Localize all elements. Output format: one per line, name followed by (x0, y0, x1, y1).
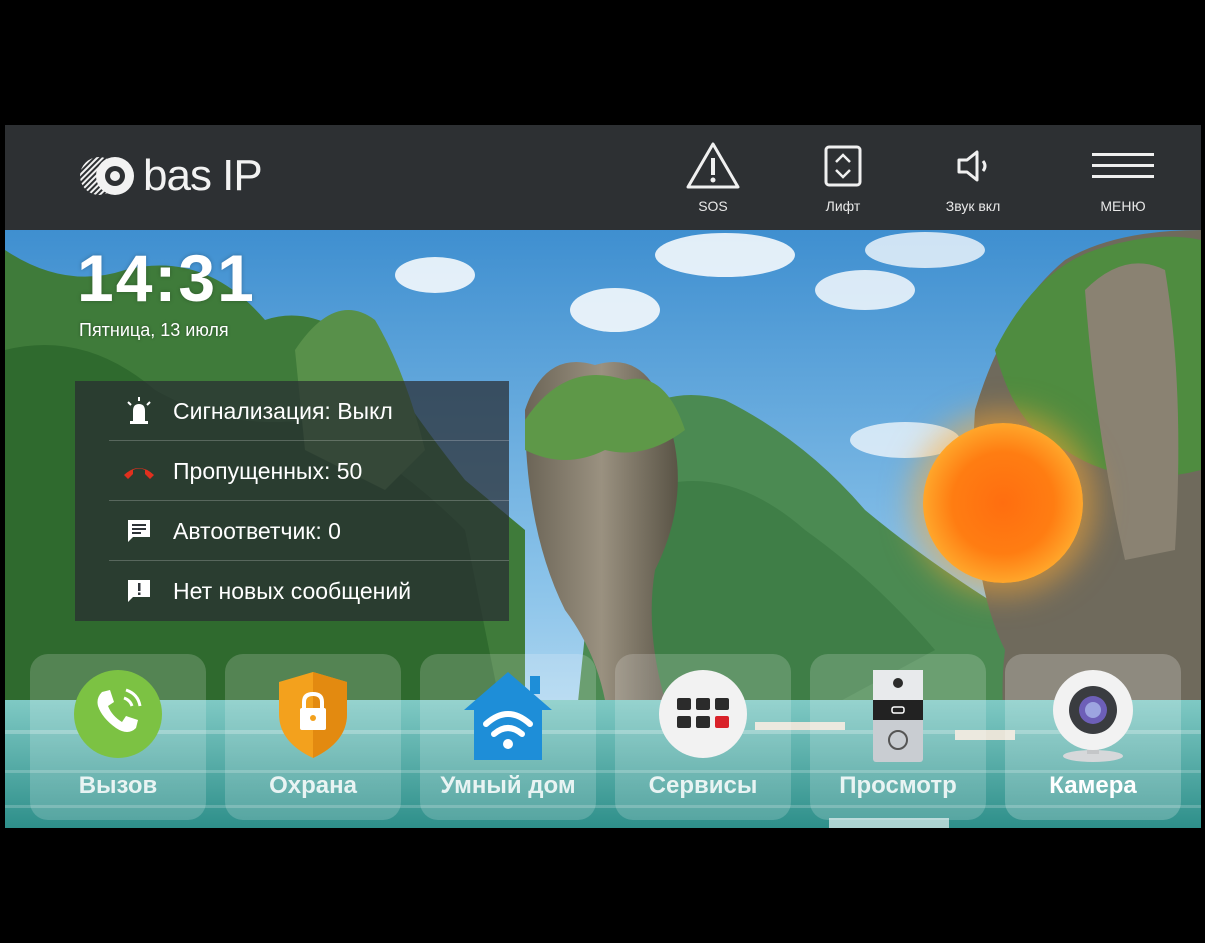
missed-call-icon (124, 468, 154, 479)
camera-app-button[interactable]: Камера (1005, 654, 1181, 820)
services-app-button[interactable]: Сервисы (615, 654, 791, 820)
services-app-label: Сервисы (648, 772, 758, 799)
monitor-app-button[interactable]: Просмотр (810, 654, 986, 820)
logo-text: bas IP (143, 151, 263, 200)
missed-calls-text: Пропущенных: 50 (173, 457, 363, 484)
hamburger-icon (1092, 153, 1154, 178)
smart-home-wifi-icon (464, 672, 552, 760)
answering-machine-row[interactable]: Автоответчик: 0 (75, 501, 509, 561)
messages-row[interactable]: Нет новых сообщений (75, 561, 509, 621)
bas-ip-logo: bas IP (77, 151, 263, 201)
logo-icon (80, 157, 134, 195)
lift-label: Лифт (825, 198, 861, 214)
door-panel-icon (873, 670, 923, 762)
services-grid-icon (659, 670, 747, 758)
camera-icon (1053, 670, 1133, 762)
elevator-icon (824, 145, 862, 187)
sos-label: SOS (698, 198, 728, 214)
sound-label: Звук вкл (945, 198, 1001, 214)
call-app-label: Вызов (78, 772, 158, 799)
messages-text: Нет новых сообщений (173, 577, 412, 604)
clock-date: Пятница, 13 июля (79, 320, 229, 340)
smart-home-app-label: Умный дом (440, 772, 576, 799)
camera-app-label: Камера (1049, 772, 1137, 799)
phone-icon (74, 670, 162, 758)
monitor-app-label: Просмотр (839, 772, 957, 799)
security-app-label: Охрана (269, 772, 357, 799)
speaker-icon (957, 150, 987, 182)
assistant-orb-button[interactable] (923, 423, 1083, 583)
smart-home-app-button[interactable]: Умный дом (420, 654, 596, 820)
sound-button[interactable]: Звук вкл (918, 137, 1028, 223)
clock-time: 14:31 (77, 241, 256, 315)
intercom-screen: bas IP SOS Лифт Звук вкл МЕНЮ 14:31 Пятн… (5, 125, 1201, 828)
call-app-button[interactable]: Вызов (30, 654, 206, 820)
warning-icon (686, 142, 740, 189)
page-indicator (829, 818, 949, 828)
security-app-button[interactable]: Охрана (225, 654, 401, 820)
siren-icon (127, 397, 151, 424)
shield-lock-icon (279, 672, 347, 758)
alarm-status-row[interactable]: Сигнализация: Выкл (75, 381, 509, 441)
menu-label: МЕНЮ (1100, 198, 1146, 214)
missed-calls-row[interactable]: Пропущенных: 50 (75, 441, 509, 501)
sos-button[interactable]: SOS (658, 137, 768, 223)
top-bar: bas IP SOS Лифт Звук вкл МЕНЮ (5, 125, 1201, 230)
status-panel: Сигнализация: Выкл Пропущенных: 50 Автоо… (75, 381, 509, 621)
home-screen: 14:31 Пятница, 13 июля Сигнализация: Вык… (5, 230, 1201, 828)
alert-message-icon (128, 580, 150, 602)
answering-machine-text: Автоответчик: 0 (173, 517, 341, 544)
menu-button[interactable]: МЕНЮ (1068, 137, 1178, 223)
message-icon (128, 520, 150, 542)
alarm-status-text: Сигнализация: Выкл (173, 397, 393, 424)
lift-button[interactable]: Лифт (788, 137, 898, 223)
